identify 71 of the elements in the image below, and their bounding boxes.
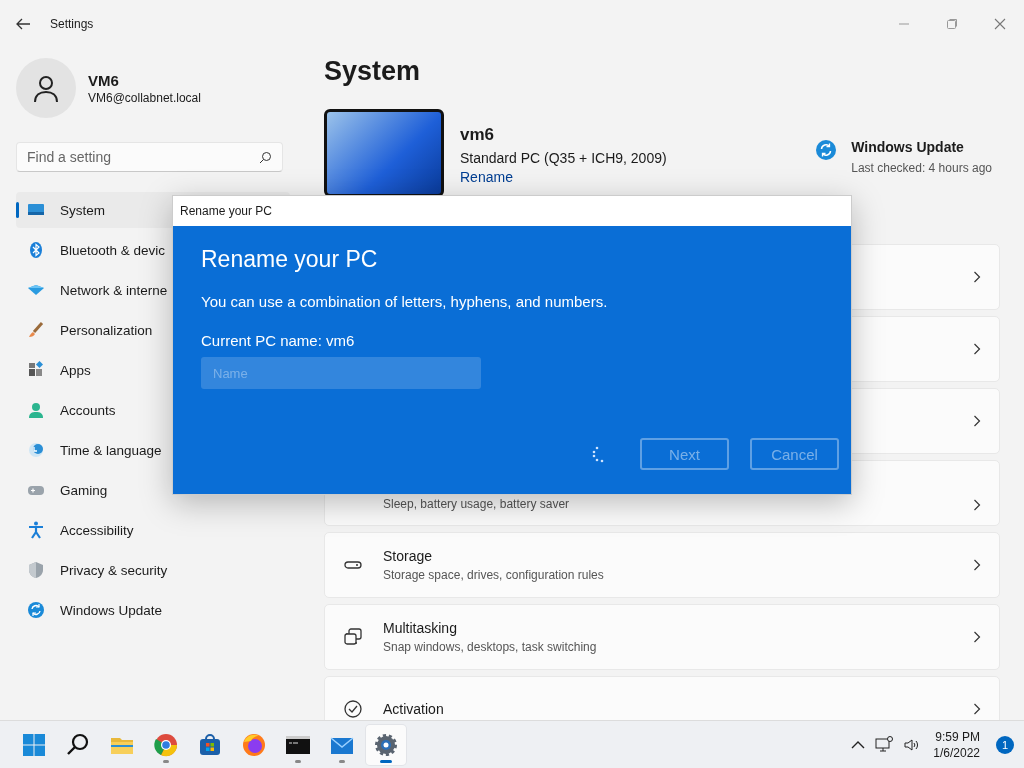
gear-icon — [373, 731, 399, 758]
sidebar-item-label: Personalization — [60, 322, 153, 338]
store-bag-icon — [197, 731, 223, 758]
chevron-right-icon — [973, 499, 981, 511]
refresh-icon — [26, 600, 46, 620]
speaker-icon[interactable] — [903, 736, 920, 753]
settings-card[interactable]: Multitasking Snap windows, desktops, task switching — [324, 604, 1000, 670]
sidebar-item[interactable]: Accessibility — [16, 512, 290, 548]
sidebar-item-label: Network & interne — [60, 282, 168, 298]
sidebar-item-label: System — [60, 202, 105, 218]
windows-logo-icon — [22, 732, 46, 757]
notification-badge[interactable]: 1 — [996, 735, 1014, 754]
refresh-icon[interactable] — [815, 139, 838, 161]
user-email: VM6@collabnet.local — [88, 90, 201, 105]
overlapping-windows-icon — [343, 627, 363, 647]
sidebar-item-label: Windows Update — [60, 602, 163, 618]
chevron-right-icon — [973, 631, 981, 643]
search-icon — [66, 732, 90, 757]
card-subtitle: Sleep, battery usage, battery saver — [383, 497, 571, 511]
dialog-heading: Rename your PC — [201, 246, 378, 273]
clock-time[interactable]: 9:59 PM — [935, 728, 980, 745]
maximize-icon[interactable] — [946, 18, 958, 30]
settings-card[interactable]: Storage Storage space, drives, configuration rules — [324, 532, 1000, 598]
sidebar-item-label: Apps — [60, 362, 91, 378]
device-name: vm6 — [460, 125, 496, 145]
fox-globe-icon — [241, 731, 267, 758]
sidebar-item[interactable]: Windows Update — [16, 592, 290, 628]
sidebar-item-label: Bluetooth & devic — [60, 242, 166, 258]
person-icon — [26, 400, 46, 420]
card-title: Storage — [383, 548, 434, 564]
dialog-title-bar: Rename your PC — [173, 196, 851, 226]
card-subtitle: Storage space, drives, configuration rules — [383, 568, 605, 582]
sidebar-item-label: Accessibility — [60, 522, 134, 538]
sidebar-item-label: Gaming — [60, 482, 108, 498]
sidebar-item[interactable]: Privacy & security — [16, 552, 290, 588]
sidebar-item-label: Time & language — [60, 442, 162, 458]
chevron-up-icon[interactable] — [851, 739, 866, 750]
current-name-label: Current PC name: vm6 — [201, 332, 355, 349]
chevron-right-icon — [973, 343, 981, 355]
clock-date[interactable]: 1/6/2022 — [933, 744, 980, 761]
update-status: Last checked: 4 hours ago — [851, 161, 992, 175]
chevron-right-icon — [973, 703, 981, 715]
update-title: Windows Update — [851, 139, 965, 155]
device-model: Standard PC (Q35 + ICH9, 2009) — [460, 150, 667, 166]
chevron-right-icon — [973, 559, 981, 571]
clock-icon — [26, 440, 46, 460]
user-name: VM6 — [88, 71, 120, 89]
dialog-description: You can use a combination of letters, hyphens, and numbers. — [201, 293, 608, 310]
page-title: System — [324, 56, 421, 87]
sidebar-item-label: Accounts — [60, 402, 116, 418]
card-title: Activation — [383, 701, 445, 717]
check-circle-icon — [343, 699, 363, 719]
window-title: Settings — [50, 17, 95, 31]
search-field[interactable]: Find a setting — [16, 142, 283, 172]
settings-card[interactable]: Activation — [324, 676, 1000, 720]
rename-link[interactable]: Rename — [460, 169, 513, 185]
chevron-right-icon — [973, 415, 981, 427]
shield-icon — [26, 560, 46, 580]
search-icon[interactable] — [259, 150, 272, 164]
close-icon[interactable] — [994, 18, 1006, 30]
search-placeholder: Find a setting — [27, 149, 112, 165]
card-subtitle: Snap windows, desktops, task switching — [383, 640, 598, 654]
sidebar-item-label: Privacy & security — [60, 562, 168, 578]
browser-icon — [153, 731, 179, 758]
network-monitor-icon[interactable] — [875, 735, 894, 754]
person-silhouette-icon — [31, 73, 61, 103]
chevron-right-icon — [973, 271, 981, 283]
paintbrush-icon — [26, 320, 46, 340]
card-title: Multitasking — [383, 620, 458, 636]
accessibility-icon — [26, 520, 46, 540]
selection-indicator — [16, 202, 19, 218]
